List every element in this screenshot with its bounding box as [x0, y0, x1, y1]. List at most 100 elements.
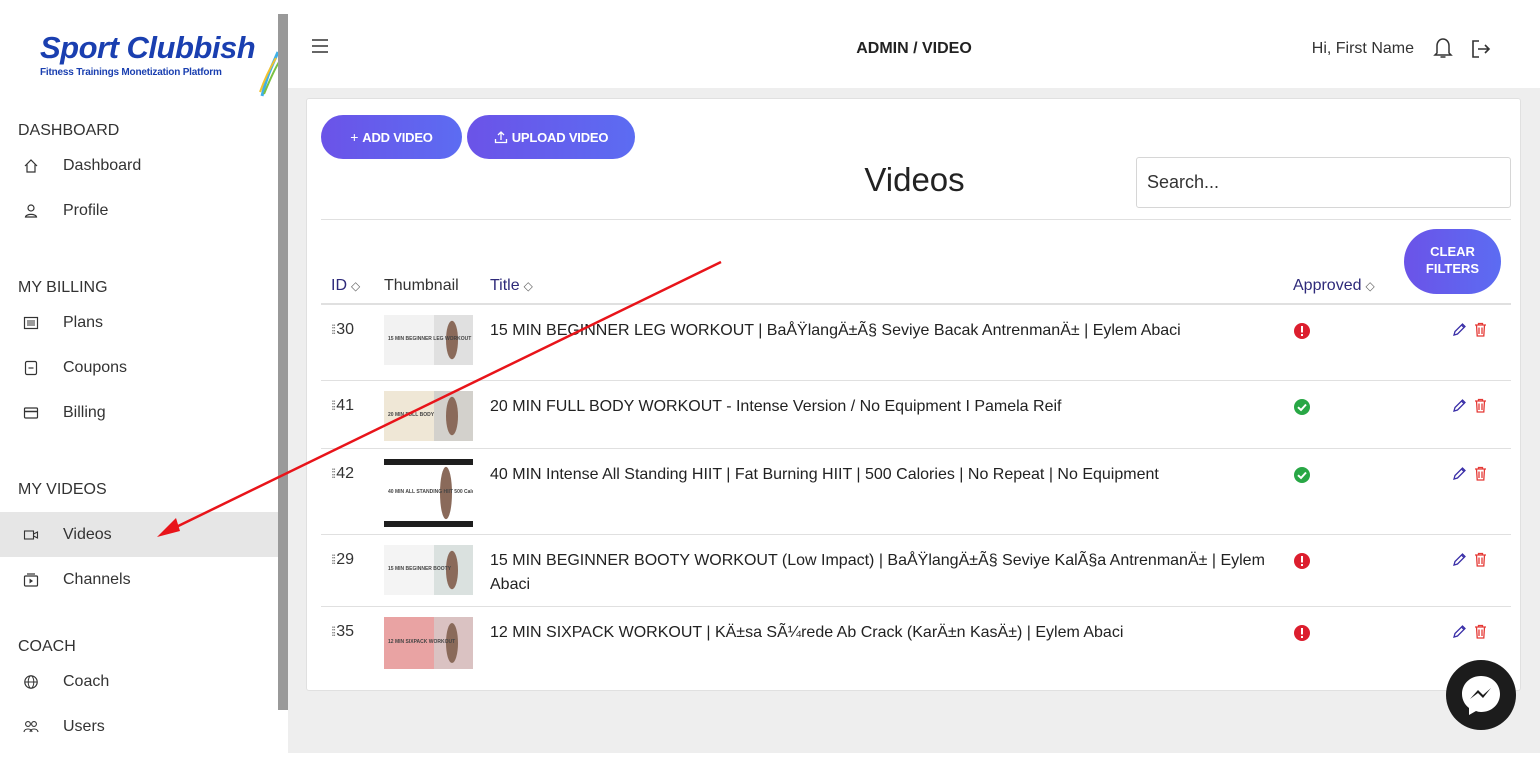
- main-content: + ADD VIDEO UPLOAD VIDEO Videos CLEAR FI…: [288, 88, 1540, 753]
- messenger-icon: [1462, 676, 1500, 715]
- video-title[interactable]: 15 MIN BEGINNER LEG WORKOUT | BaÅŸlangÄ±…: [490, 319, 1290, 343]
- globe-icon: [20, 673, 42, 691]
- approved-check-icon: [1294, 467, 1310, 483]
- delete-trash-icon[interactable]: [1472, 397, 1489, 414]
- sort-icon: ◇: [523, 279, 533, 293]
- sidebar-item-channels[interactable]: Channels: [0, 557, 278, 602]
- column-header-title[interactable]: Title ◇: [490, 277, 533, 295]
- column-header-id[interactable]: ID ◇: [331, 277, 360, 295]
- edit-pencil-icon[interactable]: [1451, 465, 1468, 482]
- sidebar-item-label: Coach: [63, 672, 110, 690]
- upload-icon: [494, 131, 507, 144]
- hamburger-icon[interactable]: [310, 38, 330, 54]
- row-id-value: 30: [336, 321, 355, 338]
- nav-header-billing: MY BILLING: [18, 279, 108, 296]
- column-header-approved[interactable]: Approved ◇: [1293, 277, 1375, 295]
- logout-icon[interactable]: [1470, 38, 1492, 60]
- user-greeting[interactable]: Hi, First Name: [1312, 40, 1414, 58]
- sidebar-item-profile[interactable]: Profile: [0, 188, 278, 233]
- sidebar-item-users[interactable]: Users: [0, 704, 278, 749]
- row-id-value: 42: [336, 465, 355, 482]
- row-id[interactable]: ⁞⁞ 30: [331, 321, 354, 339]
- logo-swoosh-icon: [259, 51, 280, 97]
- sidebar-item-coupons[interactable]: Coupons: [0, 345, 278, 390]
- logo[interactable]: Sport Clubbish Fitness Trainings Monetiz…: [40, 30, 285, 100]
- video-thumbnail[interactable]: 15 MIN BEGINNER LEG WORKOUT: [384, 315, 473, 365]
- column-label: ID: [331, 277, 347, 294]
- sidebar-item-billing[interactable]: Billing: [0, 390, 278, 435]
- sidebar-item-label: Videos: [63, 525, 112, 543]
- delete-trash-icon[interactable]: [1472, 321, 1489, 338]
- divider: [321, 219, 1511, 220]
- sidebar-item-coach[interactable]: Coach: [0, 659, 278, 704]
- sidebar-item-plans[interactable]: Plans: [0, 300, 278, 345]
- video-title[interactable]: 12 MIN SIXPACK WORKOUT | KÄ±sa SÃ¼rede A…: [490, 621, 1290, 645]
- delete-trash-icon[interactable]: [1472, 551, 1489, 568]
- table-row[interactable]: ⁞⁞42 40 MIN ALL STANDING HIIT 500 Calorie…: [321, 449, 1511, 535]
- row-id[interactable]: ⁞⁞ 42: [331, 465, 354, 483]
- drag-handle-icon[interactable]: ⁞⁞: [331, 322, 336, 337]
- row-id[interactable]: ⁞⁞ 29: [331, 551, 354, 569]
- sidebar-item-label: Coupons: [63, 358, 128, 376]
- coupon-icon: [20, 359, 42, 377]
- not-approved-alert-icon: [1294, 323, 1310, 339]
- upload-video-button[interactable]: UPLOAD VIDEO: [467, 115, 635, 159]
- delete-trash-icon[interactable]: [1472, 465, 1489, 482]
- messenger-chat-button[interactable]: [1446, 660, 1516, 730]
- channel-icon: [20, 571, 42, 589]
- column-header-thumbnail: Thumbnail: [384, 277, 459, 295]
- video-title[interactable]: 40 MIN Intense All Standing HIIT | Fat B…: [490, 463, 1290, 487]
- table-row[interactable]: ⁞⁞ 30 15 MIN BEGINNER LEG WORKOUT 15 MIN BE…: [321, 305, 1511, 381]
- thumbnail-caption: 40 MIN ALL STANDING HIIT 500 Calories: [388, 489, 473, 495]
- logo-subtitle: Fitness Trainings Monetization Platform: [40, 67, 222, 78]
- drag-handle-icon[interactable]: ⁞⁞: [331, 624, 336, 639]
- thumbnail-image: 15 MIN BEGINNER LEG WORKOUT: [384, 315, 473, 365]
- nav-header-videos: MY VIDEOS: [18, 481, 107, 498]
- table-header: ID ◇ Thumbnail Title ◇ Approved ◇: [321, 267, 1511, 303]
- row-id[interactable]: ⁞⁞ 35: [331, 623, 354, 641]
- edit-pencil-icon[interactable]: [1451, 321, 1468, 338]
- user-icon: [20, 202, 42, 220]
- video-thumbnail[interactable]: 12 MIN SIXPACK WORKOUT: [384, 617, 473, 669]
- add-video-button[interactable]: + ADD VIDEO: [321, 115, 462, 159]
- search-input[interactable]: [1136, 157, 1511, 208]
- nav-header-dashboard: DASHBOARD: [18, 122, 120, 139]
- video-thumbnail[interactable]: 40 MIN ALL STANDING HIIT 500 Calories: [384, 459, 473, 527]
- row-id[interactable]: ⁞⁞ 41: [331, 397, 354, 415]
- sidebar-item-videos[interactable]: Videos: [0, 512, 278, 557]
- sidebar-item-dashboard[interactable]: Dashboard: [0, 143, 278, 188]
- row-actions: [1451, 551, 1489, 568]
- add-video-label: ADD VIDEO: [362, 129, 433, 145]
- sort-icon: ◇: [1365, 279, 1375, 293]
- thumbnail-image: 40 MIN ALL STANDING HIIT 500 Calories: [384, 459, 473, 527]
- table-row[interactable]: ⁞⁞ 35 12 MIN SIXPACK WORKOUT 12 MIN SIXPACK…: [321, 607, 1511, 691]
- edit-pencil-icon[interactable]: [1451, 551, 1468, 568]
- edit-pencil-icon[interactable]: [1451, 623, 1468, 640]
- sidebar-item-label: Users: [63, 717, 105, 735]
- nav-section-billing: MY BILLING Plans Coupons Billing: [0, 277, 278, 435]
- upload-video-label: UPLOAD VIDEO: [511, 129, 609, 145]
- thumbnail-caption: 20 MIN FULL BODY: [388, 412, 435, 418]
- nav-section-coach: COACH Coach Users: [0, 636, 278, 749]
- video-thumbnail[interactable]: 15 MIN BEGINNER BOOTY: [384, 545, 473, 595]
- row-id-value: 35: [336, 623, 355, 640]
- sidebar-item-label: Plans: [63, 313, 104, 331]
- video-title[interactable]: 15 MIN BEGINNER BOOTY WORKOUT (Low Impac…: [490, 549, 1290, 597]
- sidebar-scrollbar[interactable]: [278, 14, 288, 710]
- videos-card: + ADD VIDEO UPLOAD VIDEO Videos CLEAR FI…: [306, 98, 1521, 691]
- row-actions: [1451, 623, 1489, 640]
- drag-handle-icon[interactable]: ⁞⁞: [331, 398, 336, 413]
- delete-trash-icon[interactable]: [1472, 623, 1489, 640]
- edit-pencil-icon[interactable]: [1451, 397, 1468, 414]
- column-label: Title: [490, 277, 520, 294]
- video-title[interactable]: 20 MIN FULL BODY WORKOUT - Intense Versi…: [490, 395, 1290, 419]
- row-id-value: 41: [336, 397, 355, 414]
- table-row[interactable]: ⁞⁞ 41 20 MIN FULL BODY 20 MIN FULL BODY WOR…: [321, 381, 1511, 449]
- drag-handle-icon[interactable]: ⁞⁞: [331, 466, 336, 481]
- bell-icon[interactable]: [1432, 36, 1454, 60]
- video-thumbnail[interactable]: 20 MIN FULL BODY: [384, 391, 473, 441]
- sidebar-item-label: Channels: [63, 570, 131, 588]
- thumbnail-caption: 15 MIN BEGINNER LEG WORKOUT: [388, 336, 471, 342]
- table-row[interactable]: ⁞⁞ 29 15 MIN BEGINNER BOOTY 15 MIN BEGINNER…: [321, 535, 1511, 607]
- drag-handle-icon[interactable]: ⁞⁞: [331, 552, 336, 567]
